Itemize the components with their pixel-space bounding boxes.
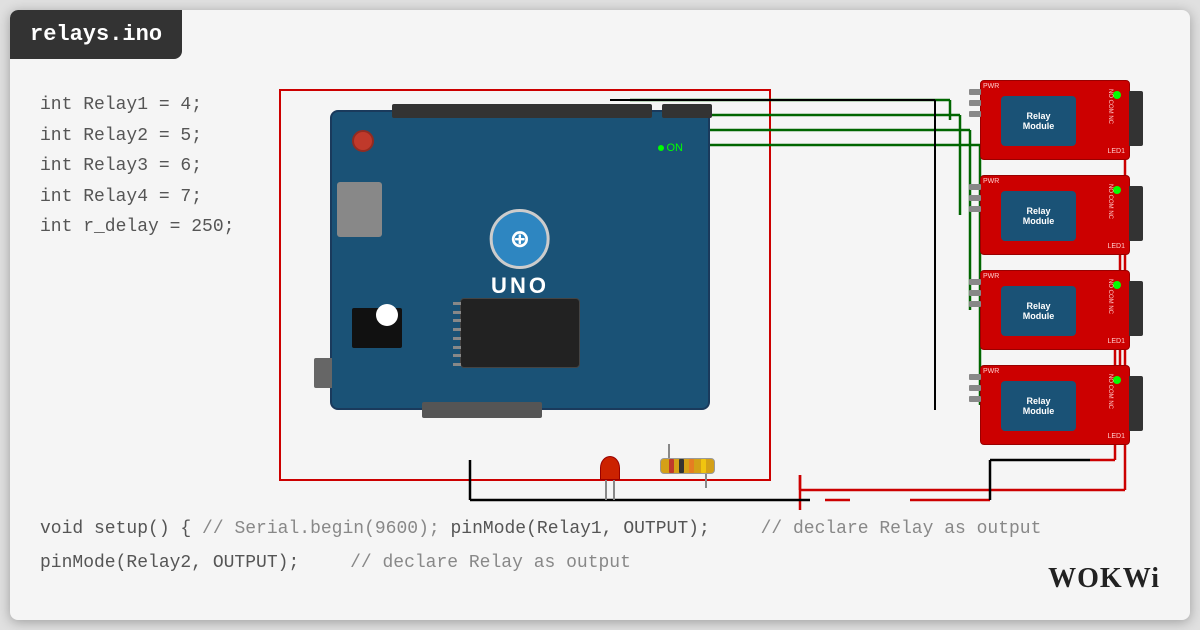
relay-1-led xyxy=(1113,91,1121,99)
relay-2-led xyxy=(1113,186,1121,194)
relay-1-led-label: LED1 xyxy=(1107,148,1125,155)
arduino-model-label: UNO xyxy=(488,273,553,299)
relay-3-nc-label: NO COM NC xyxy=(1107,279,1113,314)
main-card: relays.ino int Relay1 = 4; int Relay2 = … xyxy=(10,10,1190,620)
code-line-3: int Relay3 = 6; xyxy=(40,151,234,182)
relay-module-2: PWR RelayModule LED1 NO COM NC xyxy=(980,175,1130,255)
arduino-digital-pins xyxy=(392,104,652,118)
relay-4-pins xyxy=(969,374,981,402)
arduino-main-chip xyxy=(460,298,580,368)
relay-2-nc-label: NO COM NC xyxy=(1107,184,1113,219)
relay-4-pin-gnd xyxy=(969,385,981,391)
resistor-legs-right xyxy=(660,474,715,488)
file-title: relays.ino xyxy=(30,22,162,47)
relay-1-pins xyxy=(969,89,981,117)
relay-4-label: RelayModule xyxy=(1023,396,1055,416)
chip-pin-4 xyxy=(453,328,461,331)
chip-pin-7 xyxy=(453,354,461,357)
arduino-logo-circle: ⊕ xyxy=(490,209,550,269)
relay-4-led-label: LED1 xyxy=(1107,433,1125,440)
arduino-crystal xyxy=(352,308,402,348)
relay-3-pin-gnd xyxy=(969,290,981,296)
code-area-top: int Relay1 = 4; int Relay2 = 5; int Rela… xyxy=(40,90,234,243)
relay-1-pin-vcc xyxy=(969,89,981,95)
relay-3-label: RelayModule xyxy=(1023,301,1055,321)
arduino-crystal-circle xyxy=(376,304,398,326)
relay-module-4: PWR RelayModule LED1 NO COM NC xyxy=(980,365,1130,445)
relay-3-pin-vcc xyxy=(969,279,981,285)
chip-pin-8 xyxy=(453,363,461,366)
relay-1-nc-label: NO COM NC xyxy=(1107,89,1113,124)
led-legs xyxy=(600,480,620,500)
chip-pin-5 xyxy=(453,337,461,340)
title-bar: relays.ino xyxy=(10,10,182,59)
arduino-board: ⊕ UNO ARDUINO ON xyxy=(330,110,710,410)
relay-1-pin-gnd xyxy=(969,100,981,106)
relay-module-3: PWR RelayModule LED1 NO COM NC xyxy=(980,270,1130,350)
relay-4-output-connector xyxy=(1129,376,1143,431)
relay-1-pwr-label: PWR xyxy=(983,83,999,90)
relay-module-1: PWR RelayModule LED1 NO COM NC xyxy=(980,80,1130,160)
resistor-leg-left xyxy=(668,444,670,458)
relay-4-pin-vcc xyxy=(969,374,981,380)
code-line-1: int Relay1 = 4; xyxy=(40,90,234,121)
relay-2-coil: RelayModule xyxy=(1001,191,1076,241)
led-component xyxy=(600,456,620,500)
relay-3-led-label: LED1 xyxy=(1107,338,1125,345)
resistor-legs-left xyxy=(660,444,715,458)
resistor-component xyxy=(660,444,715,488)
arduino-analog-pins xyxy=(662,104,712,118)
resistor-band-2 xyxy=(679,459,684,473)
relay-2-output-connector xyxy=(1129,186,1143,241)
relay-3-pwr-label: PWR xyxy=(983,273,999,280)
relay-4-pwr-label: PWR xyxy=(983,368,999,375)
relay-1-coil: RelayModule xyxy=(1001,96,1076,146)
relay-4-pin-in xyxy=(969,396,981,402)
chip-pin-2 xyxy=(453,311,461,314)
arduino-reset-button[interactable] xyxy=(352,130,374,152)
code-line-5: int r_delay = 250; xyxy=(40,212,234,243)
led-body xyxy=(600,456,620,480)
resistor-leg-right xyxy=(705,474,707,488)
relay-3-pins xyxy=(969,279,981,307)
chip-pin-6 xyxy=(453,346,461,349)
relay-2-pins xyxy=(969,184,981,212)
relay-3-pin-in xyxy=(969,301,981,307)
led-cathode xyxy=(613,480,615,500)
arduino-power-connector xyxy=(422,402,542,418)
arduino-on-indicator: ON xyxy=(658,142,684,154)
chip-pin-3 xyxy=(453,319,461,322)
relay-4-led xyxy=(1113,376,1121,384)
chip-pins-left xyxy=(453,299,461,369)
relay-2-pwr-label: PWR xyxy=(983,178,999,185)
code-line-4: int Relay4 = 7; xyxy=(40,182,234,213)
code-line-2: int Relay2 = 5; xyxy=(40,121,234,152)
arduino-usb-port xyxy=(314,358,332,388)
relay-4-nc-label: NO COM NC xyxy=(1107,374,1113,409)
resistor-body xyxy=(660,458,715,474)
relay-1-pin-in xyxy=(969,111,981,117)
resistor-band-3 xyxy=(689,459,694,473)
relay-2-label: RelayModule xyxy=(1023,206,1055,226)
circuit-area: ⊕ UNO ARDUINO ON xyxy=(270,70,1140,570)
arduino-voltage-reg xyxy=(337,182,382,237)
relay-2-led-label: LED1 xyxy=(1107,243,1125,250)
relay-2-pin-vcc xyxy=(969,184,981,190)
relay-1-label: RelayModule xyxy=(1023,111,1055,131)
arduino-label-area: ⊕ UNO ARDUINO xyxy=(488,209,553,311)
relay-4-coil: RelayModule xyxy=(1001,381,1076,431)
relay-3-output-connector xyxy=(1129,281,1143,336)
relay-3-coil: RelayModule xyxy=(1001,286,1076,336)
relay-3-led xyxy=(1113,281,1121,289)
resistor-band-1 xyxy=(669,459,674,473)
relay-2-pin-in xyxy=(969,206,981,212)
led-anode xyxy=(605,480,607,500)
chip-pin-1 xyxy=(453,302,461,305)
relay-2-pin-gnd xyxy=(969,195,981,201)
resistor-band-4 xyxy=(701,459,706,473)
arduino-logo-symbol: ⊕ xyxy=(512,222,529,257)
relay-1-output-connector xyxy=(1129,91,1143,146)
code-line-7: void setup() { xyxy=(40,519,191,539)
